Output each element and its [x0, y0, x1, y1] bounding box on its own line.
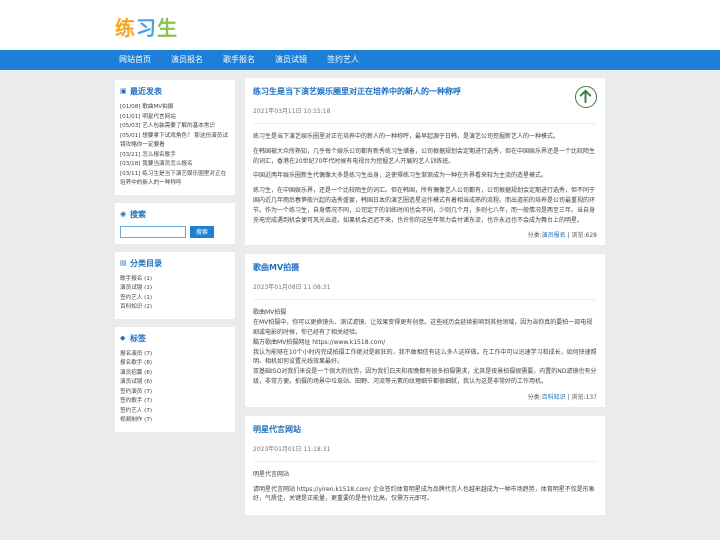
- recent-item[interactable]: [03/18] 我要当演员怎么报名: [120, 160, 230, 170]
- post-category-link[interactable]: 演员报名: [542, 232, 566, 239]
- tags-title: 标签: [130, 333, 146, 343]
- tag-item[interactable]: 签约艺人 (7): [120, 407, 230, 417]
- back-to-top-icon[interactable]: [575, 86, 597, 108]
- recent-item[interactable]: [05/01] 想要拿下试戏角色？ 那这份演员试镜攻略你一定要看: [120, 132, 230, 151]
- search-button[interactable]: 搜索: [190, 225, 214, 238]
- post-meta: 分类:百科知识 | 浏览:137: [253, 392, 597, 401]
- nav-signed-artists[interactable]: 签约艺人: [319, 50, 367, 70]
- sidebar: ▣ 最近发表 [01/08] 歌曲MV拍摄 [01/01] 明星代言网站 [05/…: [115, 80, 235, 440]
- recent-item[interactable]: [01/08] 歌曲MV拍摄: [120, 103, 230, 113]
- logo-char-1: 练: [115, 16, 136, 40]
- post-paragraph: 在韩国被大众所熟知，几乎每个娱乐公司都有新秀练习生储备，公司根据规划会定期进行选…: [253, 147, 596, 165]
- recent-item[interactable]: [05/03] 艺人包装需要了解的基本常识: [120, 122, 230, 132]
- post-list: 练习生是当下演艺娱乐圈里对正在培养中的新人的一种称呼 2021年03月11日 1…: [245, 78, 605, 524]
- header: 练习生: [0, 0, 720, 50]
- post-card: 明星代言网站 2023年01月01日 11:18:31 明星代言网站 请明星代言…: [245, 415, 605, 516]
- recent-item[interactable]: [03/11] 练习生是当下演艺娱乐圈里对正在培养中的新人的一种称呼: [120, 170, 230, 189]
- search-title: 搜索: [130, 209, 146, 219]
- tag-item[interactable]: 演员招募 (6): [120, 369, 230, 379]
- post-title[interactable]: 歌曲MV拍摄: [253, 262, 597, 273]
- category-item[interactable]: 演员试镜 (1): [120, 284, 230, 294]
- site-logo[interactable]: 练习生: [115, 12, 178, 41]
- tag-item[interactable]: 签约演员 (7): [120, 388, 230, 398]
- tag-icon: ◆: [120, 333, 126, 342]
- recent-item[interactable]: [01/01] 明星代言网站: [120, 113, 230, 123]
- post-title[interactable]: 练习生是当下演艺娱乐圈里对正在培养中的新人的一种称呼: [253, 86, 597, 97]
- category-item[interactable]: 签约艺人 (1): [120, 294, 230, 304]
- post-date: 2023年01月08日 11:08:31: [253, 282, 597, 301]
- post-category-link[interactable]: 百科知识: [542, 394, 566, 401]
- post-views: | 浏览:137: [567, 393, 597, 401]
- recent-item[interactable]: [03/21] 怎么报名歌手: [120, 151, 230, 161]
- nav-singer-signup[interactable]: 歌手报名: [215, 50, 263, 70]
- post-card: 歌曲MV拍摄 2023年01月08日 11:08:31 歌曲MV拍摄 在MV拍摄…: [245, 254, 605, 407]
- main-nav: 网站首页 演员报名 歌手报名 演员试镜 签约艺人: [0, 50, 720, 70]
- search-widget: ◉ 搜索 搜索: [115, 202, 235, 244]
- tags-widget: ◆ 标签 报名演员 (7) 报名歌手 (8) 演员招募 (6) 演员试镜 (6) …: [115, 326, 235, 432]
- post-paragraph: 练习生是当下演艺娱乐圈里对正在培养中的新人的一种称呼，最早起源于日韩，是演艺公司…: [253, 133, 560, 140]
- search-icon: ◉: [120, 209, 127, 218]
- book-icon: ▣: [120, 87, 127, 95]
- categories-widget: ▤ 分类目录 歌手报名 (1) 演员试镜 (1) 签约艺人 (1) 百科知识 (2…: [115, 251, 235, 319]
- logo-char-3: 生: [157, 16, 178, 40]
- post-date: 2021年03月11日 10:15:18: [253, 106, 597, 124]
- category-item[interactable]: 百科知识 (2): [120, 303, 230, 313]
- tag-item[interactable]: 演员试镜 (6): [120, 378, 230, 388]
- categories-title: 分类目录: [130, 258, 162, 268]
- post-meta: 分类:演员报名 | 浏览:628: [253, 230, 597, 239]
- post-paragraph: 中国近两年娱乐圈新生代偶像大多是练习生出身，这使得练习生渐渐成为一种在外界看来较…: [253, 172, 548, 180]
- post-views: | 浏览:628: [567, 232, 597, 240]
- post-paragraph: 歌曲MV拍摄 在MV拍摄中，你可以更换镜头、测试滤镜、让效果变得更有创意。这些经…: [253, 309, 597, 385]
- nav-actor-audition[interactable]: 演员试镜: [267, 50, 315, 70]
- logo-char-2: 习: [136, 16, 157, 40]
- category-label: 分类:: [527, 393, 542, 401]
- category-item[interactable]: 歌手报名 (1): [120, 275, 230, 285]
- nav-home[interactable]: 网站首页: [111, 50, 159, 70]
- post-title[interactable]: 明星代言网站: [253, 424, 597, 435]
- tag-item[interactable]: 报名演员 (7): [120, 350, 230, 360]
- post-paragraph: 请明星代言网站 https://yiren.k1518.com/ 企业签约体育明…: [253, 485, 595, 503]
- folder-icon: ▤: [120, 258, 127, 267]
- tag-item[interactable]: 签约歌手 (7): [120, 397, 230, 407]
- post-paragraph: 明星代言网站: [253, 470, 290, 478]
- post-date: 2023年01月01日 11:18:31: [253, 444, 597, 462]
- search-input[interactable]: [120, 225, 186, 238]
- category-label: 分类:: [527, 232, 542, 240]
- tag-item[interactable]: 视频制作 (7): [120, 416, 230, 426]
- post-paragraph: 练习生，在中国娱乐界，还是一个比较陌生的词汇。但在韩国，所有偶像艺人公司都有，公…: [253, 187, 596, 224]
- post-card: 练习生是当下演艺娱乐圈里对正在培养中的新人的一种称呼 2021年03月11日 1…: [245, 78, 605, 246]
- nav-actor-signup[interactable]: 演员报名: [163, 50, 211, 70]
- recent-title: 最近发表: [130, 87, 162, 96]
- recent-posts-widget: ▣ 最近发表 [01/08] 歌曲MV拍摄 [01/01] 明星代言网站 [05/…: [115, 80, 235, 195]
- tag-item[interactable]: 报名歌手 (8): [120, 359, 230, 369]
